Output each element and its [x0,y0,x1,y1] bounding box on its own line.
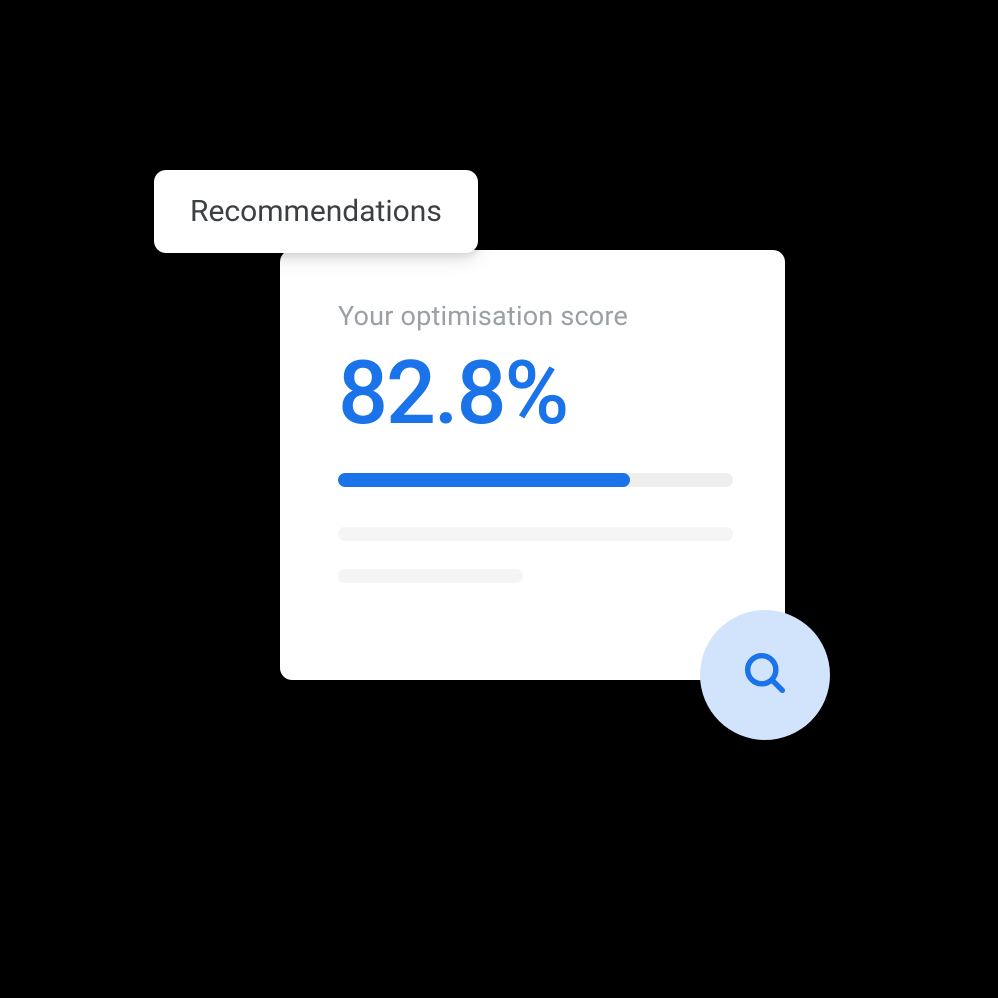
recommendations-label: Recommendations [190,194,442,229]
placeholder-line [338,569,523,583]
progress-bar [338,473,733,487]
optimisation-score-card: Your optimisation score 82.8% [280,250,785,680]
score-subtitle: Your optimisation score [338,300,745,332]
placeholder-line [338,527,733,541]
score-value: 82.8% [338,350,745,438]
recommendations-chip[interactable]: Recommendations [154,170,478,253]
search-button[interactable] [700,610,830,740]
search-icon [739,647,791,703]
progress-fill [338,473,630,487]
